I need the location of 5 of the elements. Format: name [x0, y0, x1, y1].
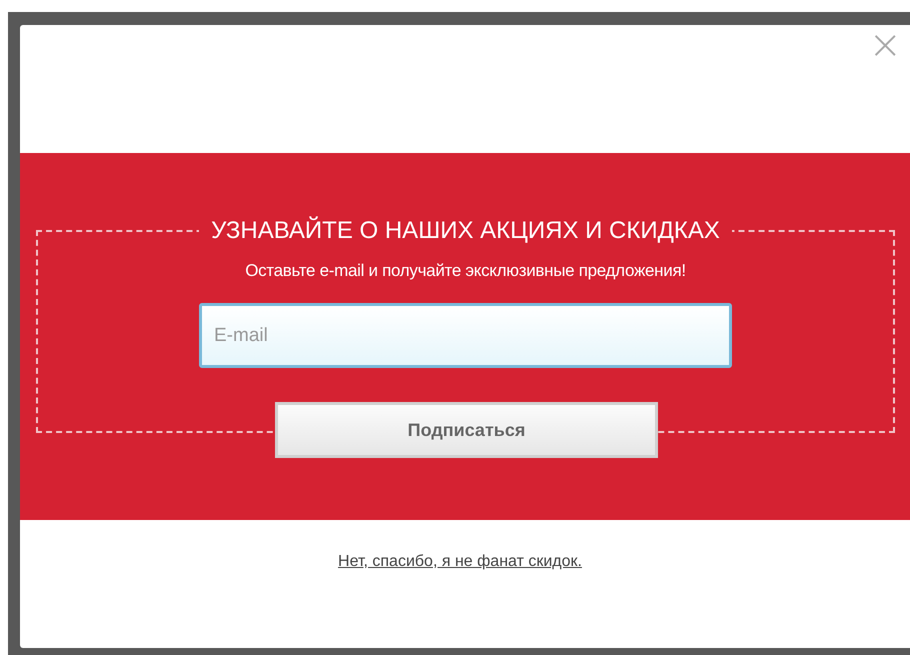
decline-link[interactable]: Нет, спасибо, я не фанат скидок. — [338, 553, 582, 571]
subscribe-button[interactable]: Подписаться — [275, 402, 658, 458]
promo-title: УЗНАВАЙТЕ О НАШИХ АКЦИЯХ И СКИДКАХ — [210, 217, 721, 245]
email-field[interactable]: E-mail — [199, 303, 732, 368]
promo-subtitle: Оставьте e-mail и получайте эксклюзивные предложения! — [245, 261, 686, 281]
